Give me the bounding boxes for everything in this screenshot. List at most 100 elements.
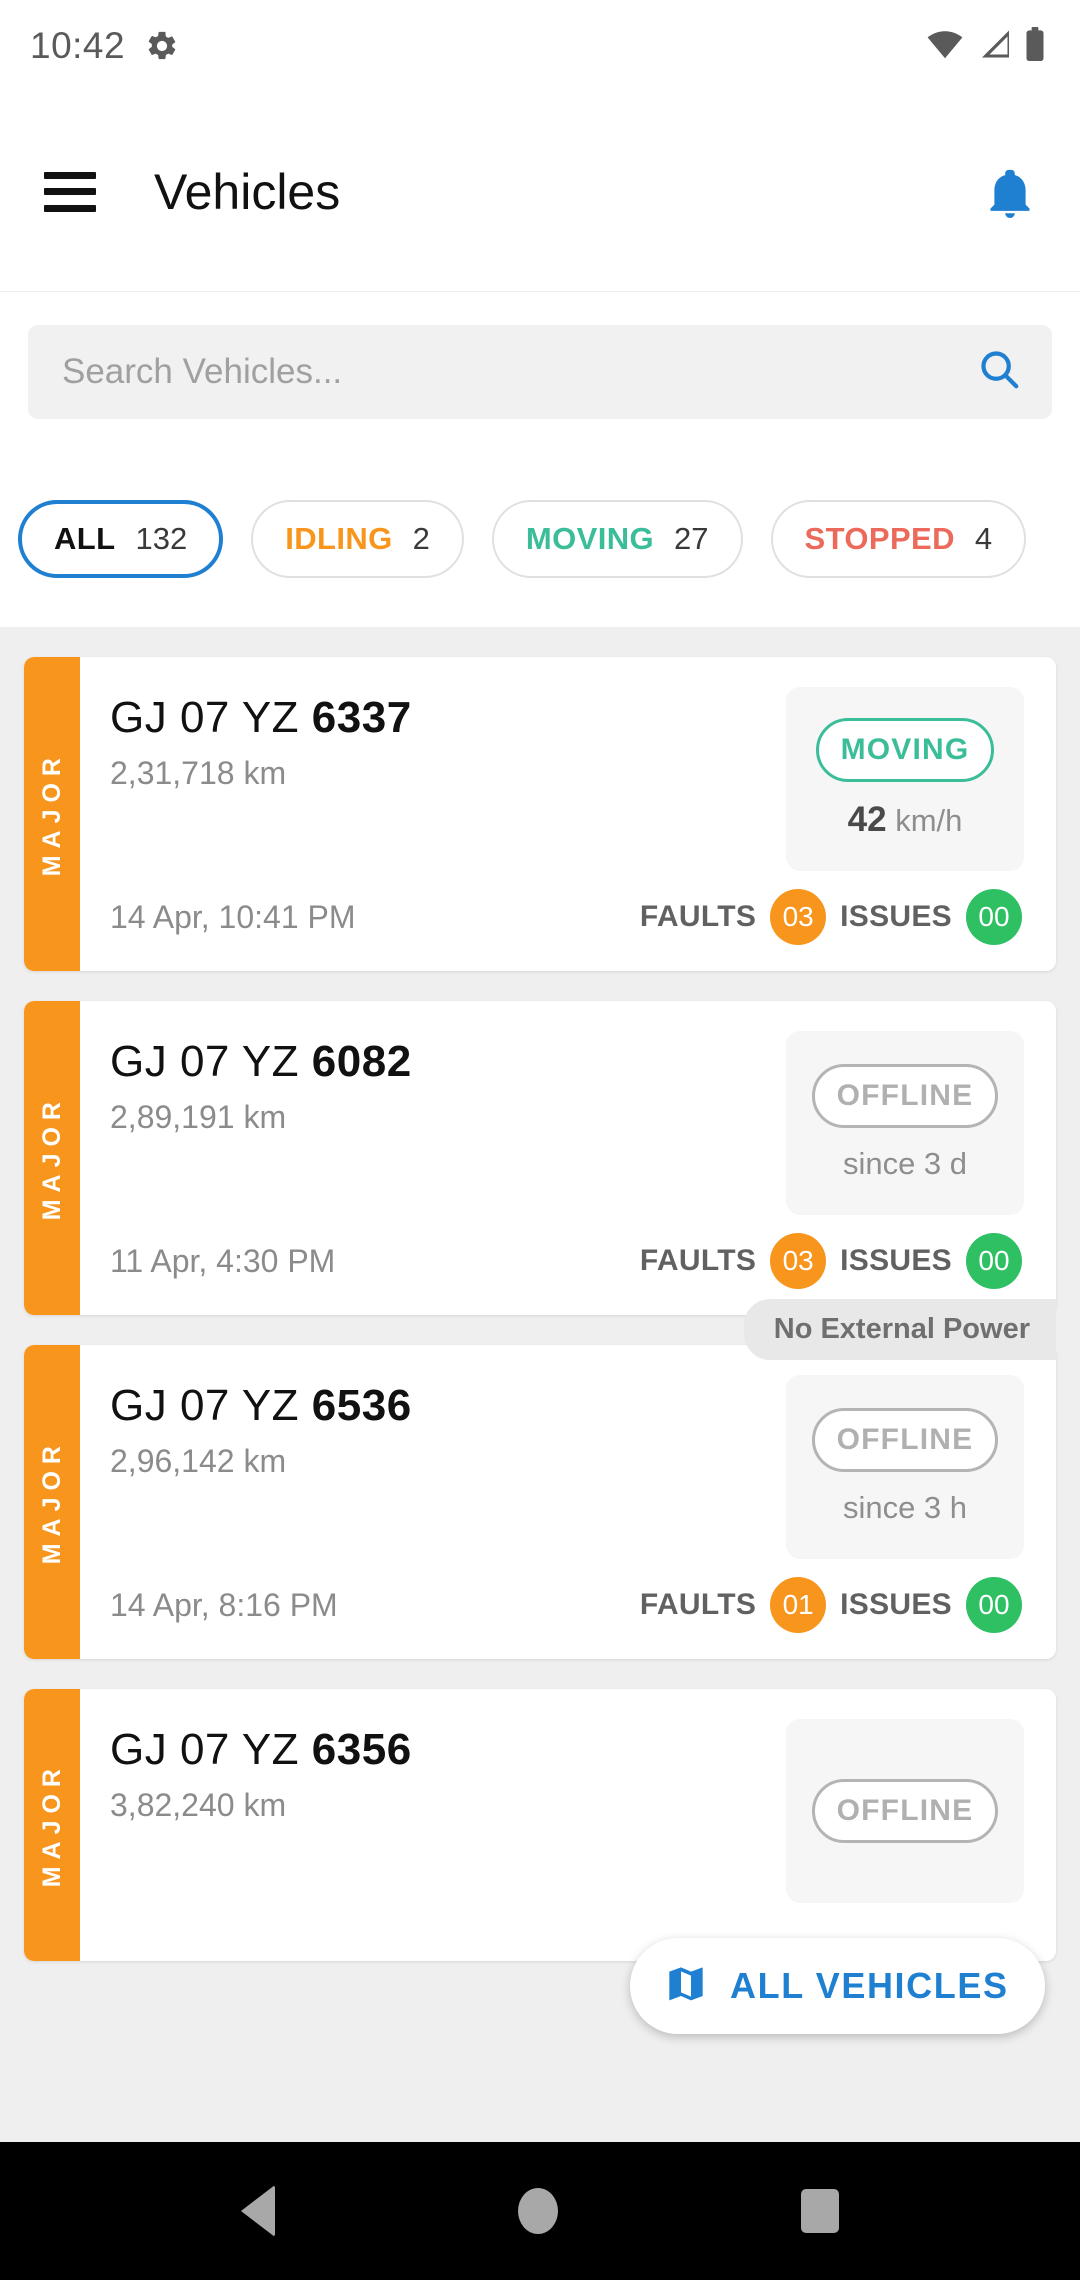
vehicle-status-block: OFFLINE since 3 h xyxy=(786,1375,1024,1559)
vehicle-odometer: 2,96,142 km xyxy=(110,1443,287,1479)
vehicle-plate: GJ 07 YZ 6536 xyxy=(110,1381,786,1431)
all-vehicles-fab-label: ALL VEHICLES xyxy=(730,1965,1009,2006)
vehicle-card-body: GJ 07 YZ 6082 2,89,191 km OFFLINE since … xyxy=(80,1001,1056,1315)
severity-label: MAJOR xyxy=(37,1095,66,1221)
status-badge: OFFLINE xyxy=(811,1064,999,1128)
status-badge: MOVING xyxy=(815,718,995,782)
hamburger-menu-icon[interactable] xyxy=(44,171,96,212)
filter-chip-count: 2 xyxy=(412,520,430,556)
filter-chip-label: ALL xyxy=(54,520,116,556)
gear-icon xyxy=(145,29,179,63)
back-triangle-icon[interactable] xyxy=(241,2185,276,2237)
filter-chip-moving[interactable]: MOVING 27 xyxy=(491,499,743,578)
vehicle-plate-prefix: GJ 07 YZ xyxy=(110,1037,312,1086)
severity-label: MAJOR xyxy=(37,751,66,877)
faults-count-badge[interactable]: 01 xyxy=(770,1577,827,1633)
filter-chip-row[interactable]: ALL 132 IDLING 2 MOVING 27 STOPPED 4 xyxy=(0,450,1080,627)
vehicle-identity: GJ 07 YZ 6082 2,89,191 km xyxy=(110,1031,786,1136)
severity-rail: MAJOR xyxy=(24,657,80,971)
vehicle-odometer: 2,89,191 km xyxy=(110,1099,287,1135)
cellular-signal-icon xyxy=(976,29,1012,64)
vehicle-plate-number: 6356 xyxy=(311,1725,412,1774)
filter-chip-stopped[interactable]: STOPPED 4 xyxy=(770,499,1027,578)
vehicle-speed: 42 km/h xyxy=(848,800,963,840)
status-badge: OFFLINE xyxy=(811,1779,999,1843)
vehicle-plate: GJ 07 YZ 6337 xyxy=(110,693,786,743)
vehicle-offline-since: since 3 h xyxy=(842,1490,968,1525)
vehicle-timestamp: 14 Apr, 10:41 PM xyxy=(110,898,356,935)
status-bar-clock: 10:42 xyxy=(30,25,126,66)
issues-count-badge[interactable]: 00 xyxy=(966,1577,1022,1633)
app-bar: Vehicles xyxy=(0,92,1080,292)
search-icon[interactable] xyxy=(976,346,1022,397)
vehicle-card-top: GJ 07 YZ 6337 2,31,718 km MOVING 42 km/h xyxy=(110,687,1028,871)
vehicle-identity: GJ 07 YZ 6536 2,96,142 km xyxy=(110,1375,786,1480)
filter-chip-count: 132 xyxy=(135,520,188,556)
phone-screen: 10:42 Vehicles Search Vehicles... ALL 13… xyxy=(0,0,1080,2280)
vehicle-plate-number: 6082 xyxy=(311,1037,412,1086)
vehicle-counters: FAULTS 03 ISSUES 00 xyxy=(640,889,1028,945)
vehicle-plate: GJ 07 YZ 6082 xyxy=(110,1037,786,1087)
status-badge: OFFLINE xyxy=(811,1408,999,1472)
vehicle-counters: FAULTS 01 ISSUES 00 xyxy=(640,1577,1028,1633)
vehicle-odometer: 2,31,718 km xyxy=(110,755,287,791)
issues-label: ISSUES xyxy=(840,900,952,933)
vehicle-card[interactable]: MAJOR GJ 07 YZ 6082 2,89,191 km OFFLINE … xyxy=(24,1001,1056,1315)
vehicle-speed-value: 42 xyxy=(847,800,887,839)
search-bar-container xyxy=(0,293,1080,450)
vehicle-card-body: GJ 07 YZ 6536 2,96,142 km OFFLINE since … xyxy=(80,1345,1056,1659)
vehicle-card-bottom: 14 Apr, 8:16 PM FAULTS 01 ISSUES 00 xyxy=(110,1559,1028,1633)
vehicle-offline-since: since 3 d xyxy=(842,1146,968,1181)
faults-count-badge[interactable]: 03 xyxy=(770,889,827,945)
faults-count-badge[interactable]: 03 xyxy=(770,1233,827,1289)
no-external-power-badge: No External Power xyxy=(743,1299,1056,1360)
filter-chip-count: 27 xyxy=(674,520,709,556)
severity-label: MAJOR xyxy=(37,1439,66,1565)
vehicle-card-bottom: 11 Apr, 4:30 PM FAULTS 03 ISSUES 00 xyxy=(110,1215,1028,1289)
recents-square-icon[interactable] xyxy=(800,2189,839,2233)
vehicle-identity: GJ 07 YZ 6337 2,31,718 km xyxy=(110,687,786,792)
bell-icon[interactable] xyxy=(984,163,1036,221)
vehicle-speed-unit: km/h xyxy=(895,803,963,838)
filter-chip-label: STOPPED xyxy=(804,520,955,556)
vehicle-card-wrapper: No External Power MAJOR GJ 07 YZ 6536 2,… xyxy=(24,1299,1056,1659)
home-circle-icon[interactable] xyxy=(517,2188,558,2234)
issues-label: ISSUES xyxy=(840,1244,952,1277)
vehicle-status-block: OFFLINE xyxy=(786,1719,1024,1903)
faults-label: FAULTS xyxy=(639,900,757,933)
vehicle-counters: FAULTS 03 ISSUES 00 xyxy=(640,1233,1028,1289)
filter-chip-idling[interactable]: IDLING 2 xyxy=(251,499,464,578)
vehicle-list[interactable]: MAJOR GJ 07 YZ 6337 2,31,718 km MOVING 4… xyxy=(0,627,1080,2142)
filter-chip-label: MOVING xyxy=(525,520,655,556)
vehicle-card-wrapper: MAJOR GJ 07 YZ 6356 3,82,240 km OFFLINE xyxy=(24,1689,1056,1961)
vehicle-card[interactable]: MAJOR GJ 07 YZ 6536 2,96,142 km OFFLINE … xyxy=(24,1345,1056,1659)
status-bar: 10:42 xyxy=(0,0,1080,92)
filter-chip-all[interactable]: ALL 132 xyxy=(18,499,224,578)
search-input[interactable] xyxy=(60,350,976,393)
vehicle-timestamp: 14 Apr, 8:16 PM xyxy=(110,1586,338,1623)
vehicle-timestamp: 11 Apr, 4:30 PM xyxy=(110,1242,336,1279)
vehicle-plate-prefix: GJ 07 YZ xyxy=(110,1725,312,1774)
vehicle-card[interactable]: MAJOR GJ 07 YZ 6337 2,31,718 km MOVING 4… xyxy=(24,657,1056,971)
vehicle-plate: GJ 07 YZ 6356 xyxy=(110,1725,786,1775)
vehicle-card-top: GJ 07 YZ 6082 2,89,191 km OFFLINE since … xyxy=(110,1031,1028,1215)
android-nav-bar xyxy=(0,2142,1080,2280)
faults-label: FAULTS xyxy=(639,1244,757,1277)
issues-count-badge[interactable]: 00 xyxy=(966,1233,1022,1289)
vehicle-status-block: MOVING 42 km/h xyxy=(786,687,1024,871)
filter-chip-count: 4 xyxy=(974,520,993,556)
vehicle-card-wrapper: MAJOR GJ 07 YZ 6082 2,89,191 km OFFLINE … xyxy=(24,1001,1056,1315)
search-bar[interactable] xyxy=(28,324,1052,419)
all-vehicles-fab[interactable]: ALL VEHICLES xyxy=(630,1938,1045,2034)
status-bar-indicators xyxy=(926,26,1046,66)
vehicle-card-wrapper: MAJOR GJ 07 YZ 6337 2,31,718 km MOVING 4… xyxy=(24,657,1056,971)
severity-label: MAJOR xyxy=(37,1762,66,1888)
vehicle-status-block: OFFLINE since 3 d xyxy=(786,1031,1024,1215)
vehicle-card-body: GJ 07 YZ 6356 3,82,240 km OFFLINE xyxy=(80,1689,1056,1961)
vehicle-card[interactable]: MAJOR GJ 07 YZ 6356 3,82,240 km OFFLINE xyxy=(24,1689,1056,1961)
page-title: Vehicles xyxy=(154,163,341,220)
severity-rail: MAJOR xyxy=(24,1345,80,1659)
vehicle-card-body: GJ 07 YZ 6337 2,31,718 km MOVING 42 km/h… xyxy=(80,657,1056,971)
issues-count-badge[interactable]: 00 xyxy=(966,889,1022,945)
vehicle-plate-number: 6536 xyxy=(311,1381,412,1430)
